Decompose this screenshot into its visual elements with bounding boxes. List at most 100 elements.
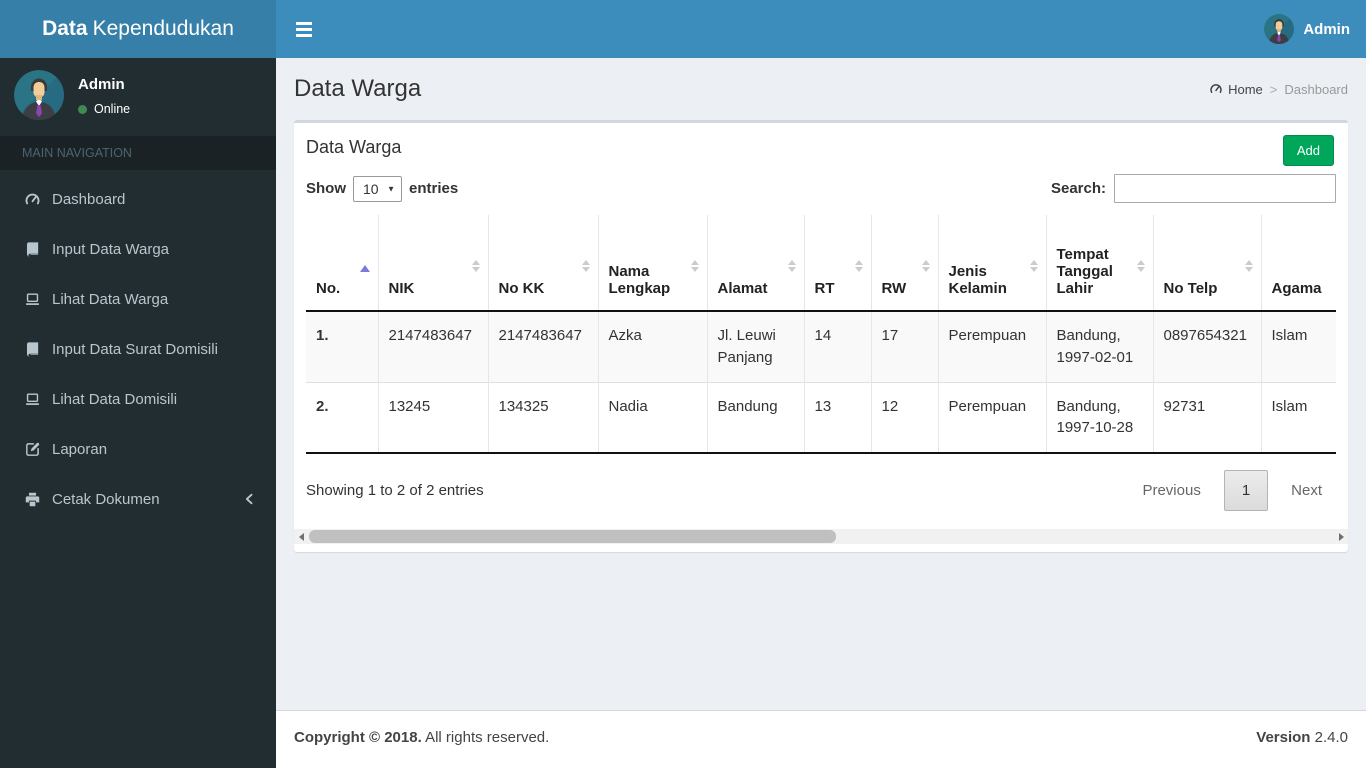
tachometer-icon [22, 190, 42, 208]
page-1-button[interactable]: 1 [1223, 470, 1269, 511]
sidebar-item-label: Cetak Dokumen [52, 490, 160, 508]
sidebar-item-lihat-data-warga[interactable]: Lihat Data Warga [0, 274, 276, 324]
table-header-row: No. NIK No KK Nama Lengkap Alamat RT RW … [306, 215, 1336, 312]
sidebar-item-laporan[interactable]: Laporan [0, 424, 276, 474]
top-navbar: Data Kependudukan Admin [0, 0, 1366, 58]
cell-tempat-tanggal-lahir: Bandung, 1997-10-28 [1045, 381, 1153, 453]
breadcrumb-home-link[interactable]: Home [1209, 82, 1263, 97]
navbar: Admin [276, 0, 1366, 58]
data-warga-box: Data Warga Add Show 10 ▼ entries Search:… [294, 120, 1348, 552]
footer: Copyright © 2018. All rights reserved. V… [276, 710, 1366, 768]
cell-no-kk: 2147483647 [487, 311, 598, 382]
cell-tempat-tanggal-lahir: Bandung, 1997-02-01 [1045, 311, 1153, 382]
scrollbar-thumb[interactable] [309, 530, 836, 543]
scroll-right-arrow-icon[interactable] [1334, 529, 1348, 544]
page-length-control: Show 10 ▼ entries [306, 175, 459, 202]
add-button[interactable]: Add [1282, 135, 1334, 166]
cell-agama: Islam [1260, 381, 1336, 453]
cell-nama-lengkap: Nadia [597, 381, 707, 453]
cell-nik: 13245 [377, 381, 488, 453]
brand-logo-rest: Kependudukan [92, 17, 234, 40]
search-input[interactable] [1114, 174, 1336, 203]
sidebar-item-label: Input Data Surat Domisili [52, 340, 218, 358]
scroll-left-arrow-icon[interactable] [294, 529, 308, 544]
sort-icon [1244, 260, 1253, 272]
footer-copyright: Copyright © 2018. All rights reserved. [294, 729, 550, 746]
search-label: Search: [1050, 180, 1106, 197]
footer-version: Version 2.4.0 [1256, 729, 1348, 746]
cell-no-telp: 92731 [1152, 381, 1261, 453]
table-row: 1. 2147483647 2147483647 Azka Jl. Leuwi … [306, 311, 1336, 382]
box-title: Data Warga [306, 137, 402, 157]
online-status-label: Online [94, 102, 131, 116]
pagination: Previous 1 Next [1128, 470, 1336, 511]
sidebar-item-label: Dashboard [52, 190, 126, 208]
cell-rw: 17 [870, 311, 938, 382]
breadcrumb-separator: > [1269, 81, 1278, 97]
sidebar-item-input-data-surat-domisili[interactable]: Input Data Surat Domisili [0, 324, 276, 374]
next-page-button[interactable]: Next [1277, 472, 1336, 509]
cell-jenis-kelamin: Perempuan [937, 381, 1046, 453]
page-title: Data Warga [294, 75, 422, 102]
laptop-icon [22, 290, 42, 308]
cell-nik: 2147483647 [377, 311, 488, 382]
previous-page-button[interactable]: Previous [1128, 472, 1214, 509]
sort-icon [921, 260, 930, 272]
sidebar-item-label: Lihat Data Warga [52, 290, 169, 308]
tachometer-icon [1210, 84, 1222, 93]
sidebar-user-panel: Admin Online [0, 58, 276, 136]
navbar-user-name: Admin [1303, 20, 1350, 38]
sidebar: Admin Online MAIN NAVIGATION Dashboard I… [0, 58, 276, 768]
navbar-user-menu[interactable]: Admin [1264, 0, 1350, 58]
laptop-icon [22, 390, 42, 408]
cell-nama-lengkap: Azka [597, 311, 707, 382]
breadcrumb-current: Dashboard [1284, 81, 1348, 97]
show-label: Show [306, 180, 346, 197]
sidebar-item-input-data-warga[interactable]: Input Data Warga [0, 224, 276, 274]
book-icon [22, 340, 42, 358]
column-header-no[interactable]: No. [306, 215, 378, 312]
cell-rt: 14 [803, 311, 871, 382]
sidebar-item-label: Laporan [52, 440, 108, 458]
horizontal-scrollbar[interactable] [294, 529, 1348, 544]
hamburger-icon [296, 21, 312, 37]
sort-icon [690, 260, 699, 272]
data-warga-table: No. NIK No KK Nama Lengkap Alamat RT RW … [306, 215, 1336, 454]
cell-agama: Islam [1260, 311, 1336, 382]
sort-icon [471, 260, 480, 272]
column-header-no-telp[interactable]: No Telp [1152, 215, 1261, 312]
column-header-rt[interactable]: RT [803, 215, 871, 312]
sidebar-user-avatar [14, 70, 64, 120]
column-header-alamat[interactable]: Alamat [706, 215, 804, 312]
column-header-nik[interactable]: NIK [377, 215, 488, 312]
sidebar-user-status[interactable]: Online [78, 102, 130, 116]
cell-no-kk: 134325 [487, 381, 598, 453]
breadcrumb-home-label: Home [1228, 81, 1263, 97]
online-status-icon [78, 104, 87, 114]
chevron-left-icon [244, 493, 254, 505]
sort-ascending-icon [359, 265, 370, 272]
sort-icon [1136, 260, 1145, 272]
navbar-user-avatar [1264, 14, 1295, 44]
sidebar-item-cetak-dokumen[interactable]: Cetak Dokumen [0, 474, 276, 524]
column-header-agama[interactable]: Agama [1260, 215, 1336, 312]
book-icon [22, 240, 42, 258]
entries-label: entries [409, 180, 459, 197]
brand-logo[interactable]: Data Kependudukan [0, 0, 276, 58]
column-header-jenis-kelamin[interactable]: Jenis Kelamin [937, 215, 1046, 312]
sidebar-toggle-button[interactable] [276, 0, 332, 58]
sidebar-user-name: Admin [78, 76, 125, 93]
sort-icon [1029, 260, 1038, 272]
column-header-no-kk[interactable]: No KK [487, 215, 598, 312]
column-header-rw[interactable]: RW [870, 215, 938, 312]
brand-logo-bold: Data [42, 17, 88, 40]
sort-icon [787, 260, 796, 272]
page-length-select[interactable]: 10 [353, 175, 402, 202]
sidebar-item-dashboard[interactable]: Dashboard [0, 174, 276, 224]
column-header-tempat-tanggal-lahir[interactable]: Tempat Tanggal Lahir [1045, 215, 1153, 312]
table-scroll-area: No. NIK No KK Nama Lengkap Alamat RT RW … [306, 215, 1336, 454]
column-header-nama-lengkap[interactable]: Nama Lengkap [597, 215, 707, 312]
sidebar-item-lihat-data-domisili[interactable]: Lihat Data Domisili [0, 374, 276, 424]
cell-alamat: Jl. Leuwi Panjang [706, 311, 804, 382]
table-row: 2. 13245 134325 Nadia Bandung 13 12 Pere… [306, 381, 1336, 453]
